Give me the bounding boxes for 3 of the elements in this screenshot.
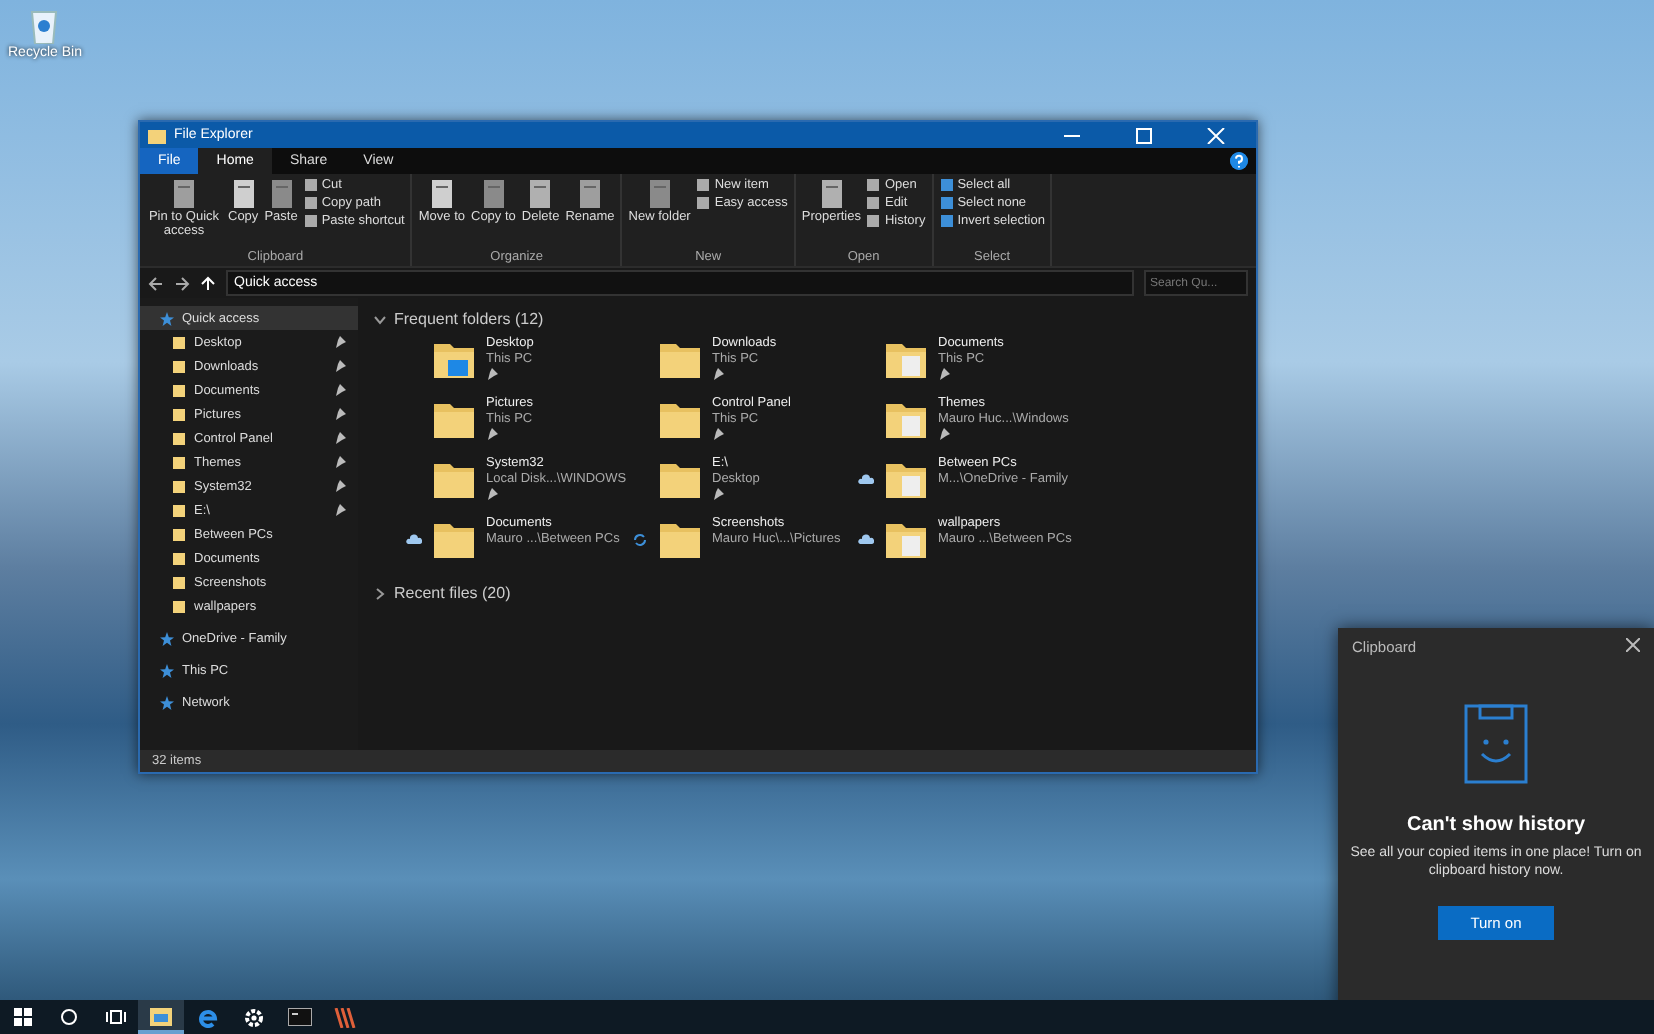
section-header[interactable]: Recent files (20) [394, 584, 511, 602]
heading: Can't show history [1406, 814, 1586, 836]
section-header[interactable]: Frequent folders (12) [394, 310, 544, 328]
